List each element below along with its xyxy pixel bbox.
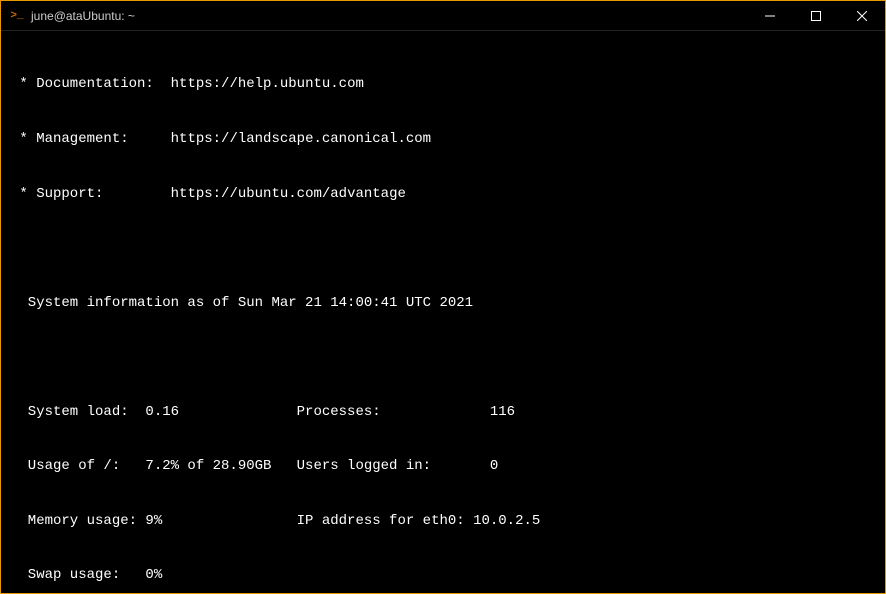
doc-url: https://help.ubuntu.com	[171, 76, 364, 92]
terminal-icon: >_	[9, 8, 25, 24]
terminal-window: >_ june@ataUbuntu: ~ * Documentation: ht…	[0, 0, 886, 594]
blank-line	[11, 348, 875, 366]
window-title: june@ataUbuntu: ~	[31, 9, 135, 23]
sysinfo-row: Swap usage: 0%	[11, 566, 875, 584]
close-button[interactable]	[839, 1, 885, 30]
titlebar-controls	[747, 1, 885, 30]
blank-line	[11, 239, 875, 257]
support-label: * Support:	[11, 186, 171, 202]
sysinfo-row: Usage of /: 7.2% of 28.90GB Users logged…	[11, 457, 875, 475]
support-url: https://ubuntu.com/advantage	[171, 186, 406, 202]
titlebar-left: >_ june@ataUbuntu: ~	[9, 8, 135, 24]
minimize-button[interactable]	[747, 1, 793, 30]
maximize-button[interactable]	[793, 1, 839, 30]
doc-label: * Documentation:	[11, 76, 171, 92]
sysinfo-row: Memory usage: 9% IP address for eth0: 10…	[11, 512, 875, 530]
sysinfo-row: System load: 0.16 Processes: 116	[11, 403, 875, 421]
minimize-icon	[765, 11, 775, 21]
mgmt-url: https://landscape.canonical.com	[171, 131, 431, 147]
sysinfo-header: System information as of Sun Mar 21 14:0…	[11, 294, 875, 312]
motd-line: * Documentation: https://help.ubuntu.com	[11, 75, 875, 93]
close-icon	[857, 11, 867, 21]
terminal-content[interactable]: * Documentation: https://help.ubuntu.com…	[1, 31, 885, 593]
titlebar[interactable]: >_ june@ataUbuntu: ~	[1, 1, 885, 31]
motd-line: * Management: https://landscape.canonica…	[11, 130, 875, 148]
mgmt-label: * Management:	[11, 131, 171, 147]
maximize-icon	[811, 11, 821, 21]
motd-line: * Support: https://ubuntu.com/advantage	[11, 185, 875, 203]
